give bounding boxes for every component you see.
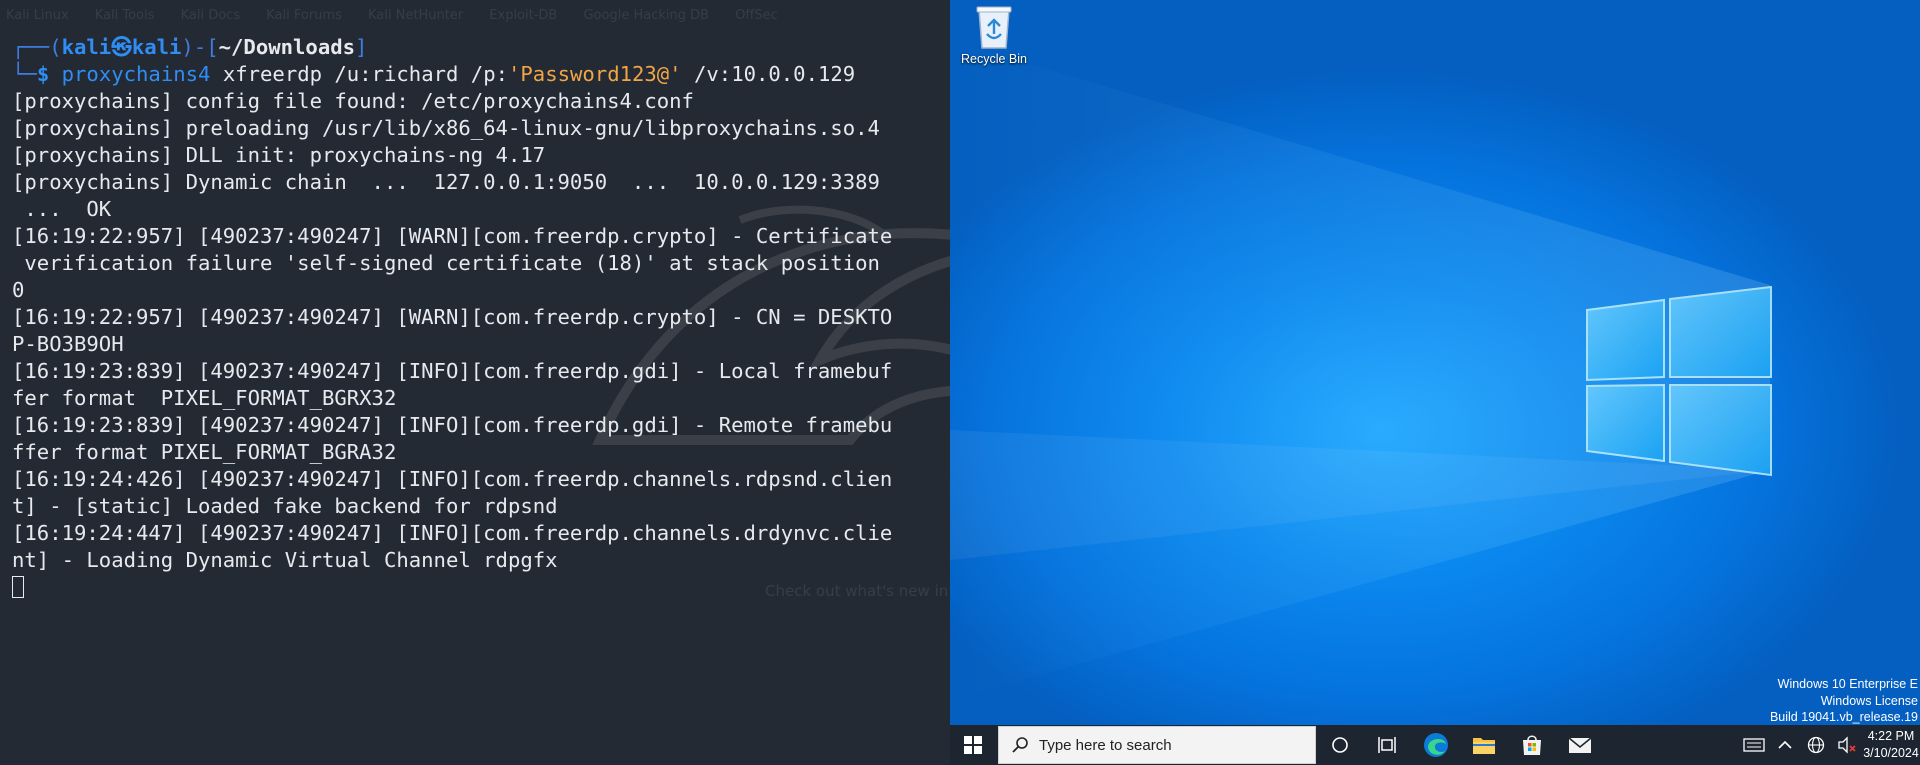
output-line: [proxychains] Dynamic chain ... 127.0.0.…: [12, 170, 880, 194]
output-line: [16:19:24:426] [490237:490247] [INFO][co…: [12, 467, 893, 491]
output-line: P-BO3B9OH: [12, 332, 124, 356]
windows-taskbar: Type here to search 4:22 PM 3/10/2024: [950, 725, 1920, 765]
bookmark-item: Kali NetHunter: [368, 8, 464, 23]
globe-network-icon: [1807, 736, 1824, 754]
output-line: [16:19:23:839] [490237:490247] [INFO][co…: [12, 359, 893, 383]
cursor-line: [12, 574, 940, 601]
output-line: verification failure 'self-signed certif…: [12, 251, 880, 275]
edge-browser-icon: [1424, 733, 1448, 757]
kali-terminal-window[interactable]: Check out what's new in Kali Kali Linux …: [0, 0, 950, 765]
system-tray: 4:22 PM 3/10/2024: [1738, 725, 1920, 765]
command-name: proxychains4: [61, 62, 211, 86]
prompt-close: ]: [355, 35, 368, 59]
chevron-up-icon: [1777, 740, 1792, 749]
recycle-bin-label: Recycle Bin: [961, 52, 1027, 66]
output-line: [16:19:24:447] [490237:490247] [INFO][co…: [12, 521, 893, 545]
prompt-at: ㉿: [111, 35, 132, 59]
prompt-line: ┌──(kali㉿kali)-[~/Downloads]: [12, 34, 940, 61]
show-hidden-icons-button[interactable]: [1769, 725, 1800, 765]
command-args-target: /v:10.0.0.129: [681, 62, 856, 86]
bookmark-item: Exploit-DB: [489, 8, 558, 23]
task-view-icon: [1378, 737, 1396, 753]
output-line: [16:19:22:957] [490237:490247] [WARN][co…: [12, 305, 893, 329]
volume-button[interactable]: [1831, 725, 1862, 765]
recycle-bin-icon: [976, 6, 1012, 49]
prompt-path: ~/Downloads: [218, 35, 356, 59]
output-line: ... OK: [12, 197, 112, 221]
network-button[interactable]: [1800, 725, 1831, 765]
search-icon: [1012, 737, 1028, 753]
clock-date: 3/10/2024: [1863, 746, 1919, 760]
output-line: ffer format PIXEL_FORMAT_BGRA32: [12, 440, 397, 464]
edge-taskbar-button[interactable]: [1412, 725, 1460, 765]
store-taskbar-button[interactable]: [1508, 725, 1556, 765]
bookmark-item: Google Hacking DB: [583, 8, 710, 23]
taskbar-clock[interactable]: 4:22 PM 3/10/2024: [1862, 728, 1920, 762]
output-line: [proxychains] preloading /usr/lib/x86_64…: [12, 116, 880, 140]
mail-taskbar-button[interactable]: [1556, 725, 1604, 765]
command-password-string: 'Password123@': [508, 62, 682, 86]
prompt-user: kali: [61, 35, 112, 59]
command-line: └─$ proxychains4 xfreerdp /u:richard /p:…: [12, 61, 940, 88]
output-line: [proxychains] config file found: /etc/pr…: [12, 89, 694, 113]
search-placeholder: Type here to search: [1039, 736, 1172, 754]
output-line: [proxychains] DLL init: proxychains-ng 4…: [12, 143, 546, 167]
output-line: nt] - Loading Dynamic Virtual Channel rd…: [12, 548, 558, 572]
bookmark-item: OffSec: [735, 8, 778, 23]
browser-bookmarks-bar-ghost: Kali Linux Kali Tools Kali Docs Kali For…: [0, 0, 950, 34]
output-line: t] - [static] Loaded fake backend for rd…: [12, 494, 558, 518]
output-line: fer format PIXEL_FORMAT_BGRX32: [12, 386, 397, 410]
terminal-cursor: [12, 576, 24, 598]
bookmark-item: Kali Tools: [94, 8, 155, 23]
bookmark-item: Kali Forums: [266, 8, 342, 23]
terminal-output[interactable]: ┌──(kali㉿kali)-[~/Downloads] └─$ proxych…: [12, 34, 940, 601]
file-explorer-taskbar-button[interactable]: [1460, 725, 1508, 765]
prompt-corner: ┌──(: [12, 35, 62, 59]
windows-desktop[interactable]: Recycle Bin Windows 10 Enterprise E Wind…: [950, 0, 1920, 765]
watermark-line: Windows 10 Enterprise E: [1777, 677, 1918, 691]
bookmark-item: Kali Docs: [180, 8, 241, 23]
prompt-corner-bottom: └─: [12, 62, 37, 86]
task-view-button[interactable]: [1364, 725, 1412, 765]
output-line: [16:19:22:957] [490237:490247] [WARN][co…: [12, 224, 893, 248]
output-line: [16:19:23:839] [490237:490247] [INFO][co…: [12, 413, 893, 437]
microsoft-store-icon: [1523, 735, 1541, 755]
touch-keyboard-button[interactable]: [1738, 725, 1769, 765]
windows-wallpaper-icon: [950, 40, 1772, 700]
start-button[interactable]: [950, 725, 996, 765]
prompt-dollar: $: [36, 62, 50, 86]
command-args: xfreerdp /u:richard /p:: [210, 62, 508, 86]
mail-icon: [1568, 737, 1592, 753]
cortana-button[interactable]: [1316, 725, 1364, 765]
windows-logo-icon: [964, 736, 982, 754]
clock-time: 4:22 PM: [1867, 729, 1915, 743]
folder-icon: [1473, 738, 1495, 754]
cortana-circle-icon: [1332, 737, 1348, 753]
windows-license-watermark: Windows 10 Enterprise E Windows License …: [1770, 676, 1918, 726]
recycle-bin-desktop-item[interactable]: Recycle Bin: [956, 4, 1032, 66]
taskbar-search-box[interactable]: Type here to search: [998, 726, 1316, 764]
prompt-separator: )-[: [181, 35, 219, 59]
output-line: 0: [12, 278, 25, 302]
bookmark-item: Kali Linux: [6, 8, 69, 23]
speaker-muted-icon: [1837, 736, 1856, 754]
keyboard-icon: [1742, 738, 1765, 752]
watermark-line: Build 19041.vb_release.19: [1769, 710, 1918, 724]
prompt-host: kali: [131, 35, 182, 59]
watermark-line: Windows License: [1820, 693, 1918, 708]
